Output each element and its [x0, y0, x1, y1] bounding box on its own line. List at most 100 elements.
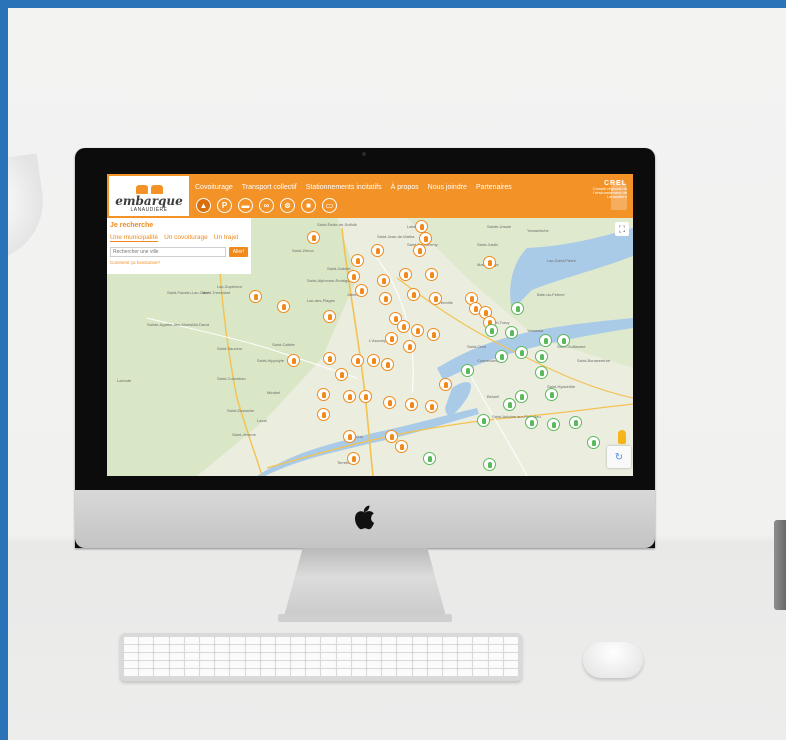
nav-item[interactable]: Nous joindre	[428, 184, 467, 191]
city-search-input[interactable]	[110, 247, 226, 257]
carpool-marker-icon[interactable]	[249, 290, 262, 303]
nav-item[interactable]: Transport collectif	[242, 184, 297, 191]
transit-marker-icon[interactable]	[505, 326, 518, 339]
logo-region: LANAUDIÈRE	[130, 207, 168, 213]
street-view-pegman-icon[interactable]	[618, 430, 626, 444]
transit-marker-icon[interactable]	[535, 350, 548, 363]
transit-marker-icon[interactable]	[483, 458, 496, 471]
carpool-marker-icon[interactable]	[343, 430, 356, 443]
carpool-marker-icon[interactable]	[355, 284, 368, 297]
carpool-marker-icon[interactable]	[359, 390, 372, 403]
transit-marker-icon[interactable]	[515, 390, 528, 403]
carpool-marker-icon[interactable]	[343, 390, 356, 403]
keyboard-key	[382, 653, 397, 660]
keyboard-key	[215, 637, 230, 644]
carpool-marker-icon[interactable]	[397, 320, 410, 333]
keyboard-key	[382, 637, 397, 644]
carpool-marker-icon[interactable]	[381, 358, 394, 371]
carpool-marker-icon[interactable]	[439, 378, 452, 391]
taxi-icon[interactable]: ▭	[322, 198, 337, 213]
keyboard-key	[488, 661, 503, 668]
keyboard-key	[427, 669, 443, 676]
carpool-marker-icon[interactable]	[403, 340, 416, 353]
carpool-marker-icon[interactable]	[347, 270, 360, 283]
keyboard-key	[199, 645, 215, 652]
search-tab[interactable]: Une municipalité	[110, 234, 159, 242]
nav-item[interactable]: Stationnements incitatifs	[306, 184, 382, 191]
carpool-marker-icon[interactable]	[351, 354, 364, 367]
transit-marker-icon[interactable]	[511, 302, 524, 315]
bike-share-icon[interactable]: ⊗	[280, 198, 295, 213]
carpool-marker-icon[interactable]	[307, 231, 320, 244]
transit-marker-icon[interactable]	[547, 418, 560, 431]
carpool-marker-icon[interactable]	[347, 452, 360, 465]
transit-marker-icon[interactable]	[525, 416, 538, 429]
carpool-marker-icon[interactable]	[323, 310, 336, 323]
carpool-pin-icon[interactable]: ▲	[196, 198, 211, 213]
carpool-marker-icon[interactable]	[317, 408, 330, 421]
transit-marker-icon[interactable]	[535, 366, 548, 379]
carpool-marker-icon[interactable]	[413, 244, 426, 257]
carpool-marker-icon[interactable]	[383, 396, 396, 409]
nav-item[interactable]: Partenaires	[476, 184, 512, 191]
keyboard-key	[336, 669, 351, 676]
transit-marker-icon[interactable]	[461, 364, 474, 377]
carpool-marker-icon[interactable]	[379, 292, 392, 305]
transit-marker-icon[interactable]	[495, 350, 508, 363]
keyboard-key	[321, 669, 336, 676]
transit-marker-icon[interactable]	[423, 452, 436, 465]
transit-marker-icon[interactable]	[557, 334, 570, 347]
transit-marker-icon[interactable]	[539, 334, 552, 347]
recaptcha-badge[interactable]: ↻	[607, 446, 631, 468]
keyboard-key	[230, 661, 245, 668]
bus-icon[interactable]: ▬	[238, 198, 253, 213]
carpool-marker-icon[interactable]	[405, 398, 418, 411]
carpool-marker-icon[interactable]	[483, 256, 496, 269]
carpool-marker-icon[interactable]	[419, 232, 432, 245]
transit-marker-icon[interactable]	[569, 416, 582, 429]
nav-item[interactable]: À propos	[391, 184, 419, 191]
carpool-marker-icon[interactable]	[287, 354, 300, 367]
carpool-marker-icon[interactable]	[377, 274, 390, 287]
keyboard-key	[397, 669, 412, 676]
carpool-marker-icon[interactable]	[395, 440, 408, 453]
transit-marker-icon[interactable]	[485, 324, 498, 337]
carpool-marker-icon[interactable]	[425, 268, 438, 281]
carpool-marker-icon[interactable]	[407, 288, 420, 301]
embarque-logo[interactable]: embarque LANAUDIÈRE	[109, 176, 189, 216]
carpool-marker-icon[interactable]	[277, 300, 290, 313]
carpool-marker-icon[interactable]	[425, 400, 438, 413]
transit-marker-icon[interactable]	[477, 414, 490, 427]
bike-icon[interactable]: ∞	[259, 198, 274, 213]
keyboard-key	[275, 661, 291, 668]
carpool-marker-icon[interactable]	[367, 354, 380, 367]
keyboard-key	[184, 653, 199, 660]
carpool-marker-icon[interactable]	[427, 328, 440, 341]
go-button[interactable]: Aller!	[229, 247, 248, 257]
keyboard-key	[291, 653, 306, 660]
carpool-marker-icon[interactable]	[411, 324, 424, 337]
transit-marker-icon[interactable]	[587, 436, 600, 449]
transit-marker-icon[interactable]	[545, 388, 558, 401]
keyboard-key	[169, 661, 184, 668]
parking-icon[interactable]: P	[217, 198, 232, 213]
carpool-marker-icon[interactable]	[323, 352, 336, 365]
carpool-marker-icon[interactable]	[371, 244, 384, 257]
carpool-marker-icon[interactable]	[317, 388, 330, 401]
carpool-marker-icon[interactable]	[335, 368, 348, 381]
transit-marker-icon[interactable]	[515, 346, 528, 359]
carpool-marker-icon[interactable]	[385, 332, 398, 345]
how-it-works-link[interactable]: Comment ça fonctionne?	[110, 260, 248, 265]
search-tab[interactable]: Un covoiturage	[164, 234, 208, 242]
nav-item[interactable]: Covoiturage	[195, 184, 233, 191]
carpool-marker-icon[interactable]	[429, 292, 442, 305]
carpool-marker-icon[interactable]	[399, 268, 412, 281]
crel-logo[interactable]: CREL Conseil régional de l'environnement…	[575, 180, 627, 212]
keyboard-key	[321, 637, 336, 644]
car-icon[interactable]: ■	[301, 198, 316, 213]
search-tab[interactable]: Un trajet	[214, 234, 239, 242]
fullscreen-button[interactable]: ⛶	[615, 222, 629, 236]
transit-marker-icon[interactable]	[503, 398, 516, 411]
carpool-marker-icon[interactable]	[351, 254, 364, 267]
keyboard-key	[215, 653, 230, 660]
